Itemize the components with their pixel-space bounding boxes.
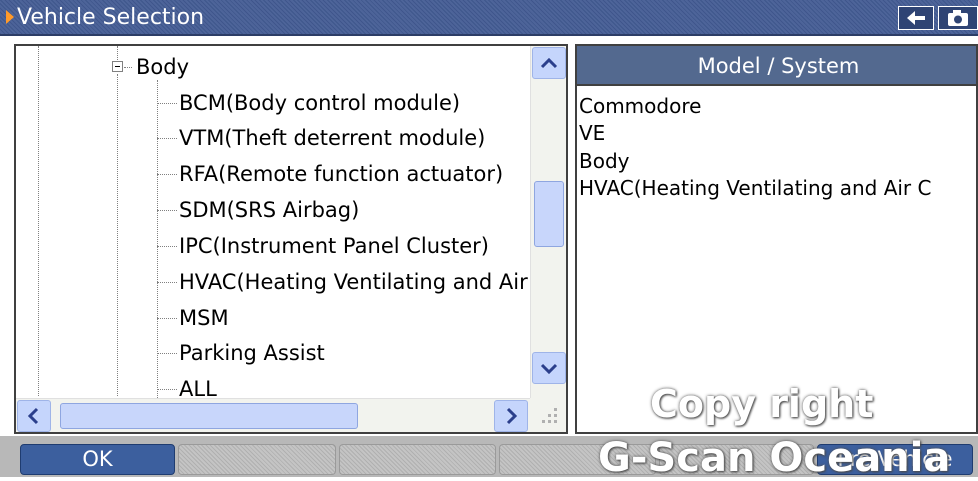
title-arrow-icon <box>6 10 14 24</box>
vertical-scrollbar[interactable] <box>530 46 566 406</box>
function-button-2 <box>178 444 336 475</box>
tree-connector <box>157 210 177 211</box>
system-tree[interactable]: Body BCM(Body control module) VTM(Theft … <box>14 44 568 434</box>
tree-guide-line <box>117 74 118 396</box>
tree-connector <box>157 174 177 175</box>
title-bar: Vehicle Selection <box>0 0 978 36</box>
horizontal-scrollbar[interactable] <box>16 398 530 432</box>
chevron-up-icon <box>540 57 558 69</box>
tree-item-msm[interactable]: MSM <box>179 306 229 330</box>
chevron-right-icon <box>506 407 518 425</box>
ok-button[interactable]: OK <box>20 444 175 475</box>
scroll-right-button[interactable] <box>494 400 528 432</box>
function-button-3 <box>339 444 496 475</box>
camera-button[interactable] <box>938 6 978 30</box>
chevron-down-icon <box>540 363 558 375</box>
chevron-left-icon <box>27 407 39 425</box>
tree-guide-line <box>38 46 39 396</box>
tree-item-rfa[interactable]: RFA(Remote function actuator) <box>179 162 503 186</box>
window-title: Vehicle Selection <box>17 5 205 30</box>
resize-grip[interactable] <box>530 398 566 432</box>
tree-item-vtm[interactable]: VTM(Theft deterrent module) <box>179 126 485 150</box>
back-arrow-icon <box>907 11 925 25</box>
tree-item-bcm[interactable]: BCM(Body control module) <box>179 91 460 115</box>
horizontal-scroll-thumb[interactable] <box>60 403 358 429</box>
vertical-scroll-thumb[interactable] <box>534 181 564 247</box>
watermark-company: G-Scan Oceania <box>598 435 951 481</box>
scroll-up-button[interactable] <box>532 47 566 79</box>
model-line-system: HVAC(Heating Ventilating and Air C <box>579 176 932 200</box>
scroll-left-button[interactable] <box>17 400 51 432</box>
tree-connector <box>124 67 132 68</box>
tree-connector <box>157 282 177 283</box>
tree-item-sdm[interactable]: SDM(SRS Airbag) <box>179 198 359 222</box>
camera-icon <box>948 10 968 26</box>
tree-connector <box>157 353 177 354</box>
tree-item-ipc[interactable]: IPC(Instrument Panel Cluster) <box>179 234 489 258</box>
model-line-category: Body <box>579 149 630 173</box>
scroll-down-button[interactable] <box>532 352 566 384</box>
grip-icon <box>542 408 557 423</box>
tree-item-body[interactable]: Body <box>136 55 189 79</box>
model-system-panel: Model / System Commodore VE Body HVAC(He… <box>575 44 978 434</box>
tree-guide-line <box>117 46 118 60</box>
watermark-copyright: Copy right <box>650 382 874 426</box>
model-system-header: Model / System <box>577 46 976 86</box>
tree-connector <box>157 103 177 104</box>
tree-item-parking-assist[interactable]: Parking Assist <box>179 341 325 365</box>
tree-connector <box>157 246 177 247</box>
tree-connector <box>157 389 177 390</box>
back-button[interactable] <box>898 6 934 30</box>
model-line-model: VE <box>579 121 606 145</box>
tree-connector <box>157 138 177 139</box>
tree-guide-line <box>157 80 158 400</box>
tree-connector <box>157 318 177 319</box>
model-line-make: Commodore <box>579 94 702 118</box>
collapse-icon[interactable] <box>112 61 123 72</box>
tree-item-hvac[interactable]: HVAC(Heating Ventilating and Air Conditi… <box>179 270 566 294</box>
